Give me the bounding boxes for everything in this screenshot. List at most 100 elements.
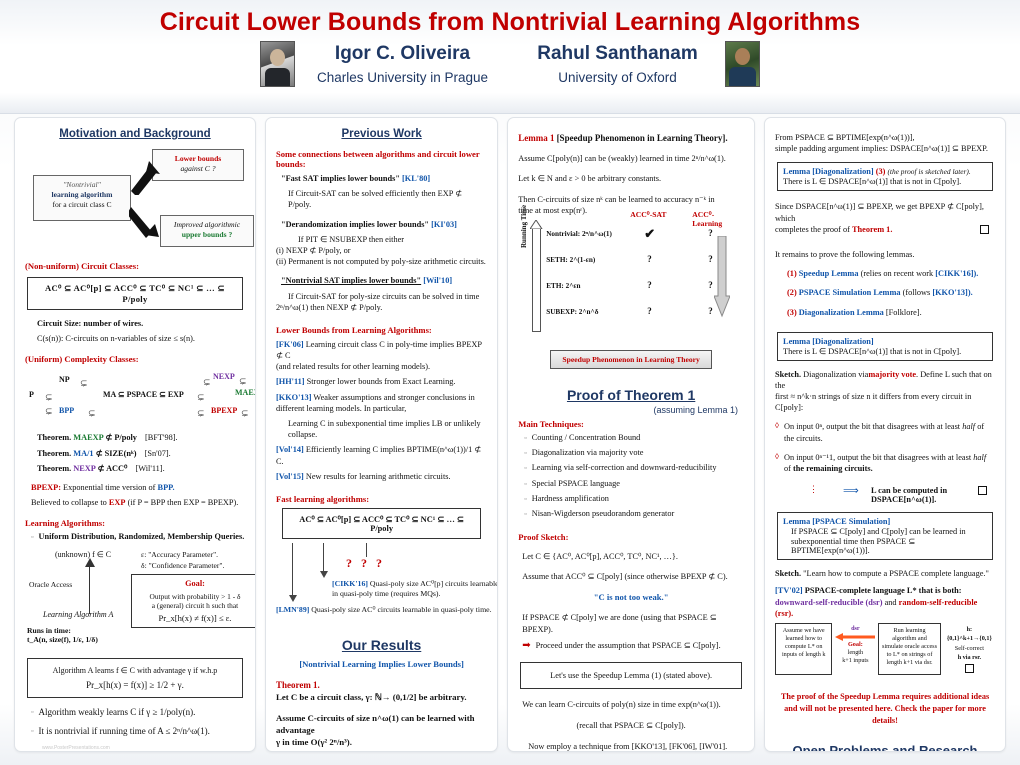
paper-note-line1: The proof of the Speedup Lemma requires … (780, 692, 990, 702)
advantage-box: Algorithm A learns f ∈ C with advantage … (27, 657, 243, 698)
lemma1-title: [Speedup Phenomenon in Learning Theory]. (556, 133, 728, 143)
self-correct-label: Self-correct (954, 644, 984, 652)
chart-cell: ? (647, 305, 652, 316)
author-affiliation: Charles University in Prague (316, 70, 489, 85)
diagram-lb-line2: against C ? (180, 163, 216, 173)
prev-item-title: "Nontrivial SAT implies lower bounds" [W… (281, 275, 487, 286)
technique-text: Hardness amplification (531, 493, 609, 503)
lemma3-line: There is L ∈ DSPACE[n^ω(1)] that is not … (783, 177, 962, 187)
lemma3-label: Lemma [Diagonalization] (783, 167, 874, 177)
question-marks: ? ? ? (345, 555, 385, 570)
class-MAEXP: MAEXP (235, 388, 255, 398)
sketch-line3: If PSPACE ⊄ C[poly] we are done (using t… (522, 613, 717, 634)
lemma-num: (2) (787, 288, 797, 298)
goal-label: Goal: (847, 641, 863, 648)
cikk-cite: [CIKK'16] (331, 578, 368, 588)
prev-item-line: If Circuit-SAT for poly-size circuits ca… (287, 291, 480, 301)
diagonalization-box: Lemma [Diagonalization] There is L ∈ DSP… (777, 331, 994, 361)
sim-box-line2: subexponential time then PSPACE ⊆ BPTIME… (791, 537, 916, 556)
chart-cell: ? (708, 279, 713, 290)
prev-item-line: (i) NEXP ⊄ P/poly, or (275, 245, 351, 255)
column-motivation-background: Motivation and Background "Nontrivial" l… (14, 117, 256, 752)
diagram-ub-line2: upper bounds ? (181, 229, 233, 239)
pointer-line-lmn (291, 542, 294, 597)
square-bullet-icon: ▫ (524, 479, 527, 488)
author-name: Rahul Santhanam (537, 43, 698, 64)
learning-model-diagram: (unknown) f ∈ C Oracle Access Learning A… (25, 548, 255, 644)
lemma1-line3: Then C-circuits of size nᵏ can be learne… (518, 194, 715, 204)
lemma3-number: (3) (875, 167, 886, 177)
pspace-simulation-box: Lemma [PSPACE Simulation] If PSPACE ⊆ C[… (777, 512, 994, 561)
ref-cite: [Vol'14] (275, 445, 304, 455)
prev-item-line: If PIT ∈ NSUBEXP then either (297, 234, 405, 244)
prev-item-name: "Fast SAT implies lower bounds" (280, 174, 400, 183)
complexity-class-map: P ⊊ NP ⊊ ⊊ BPP ⊊ MA ⊆ PSPACE ⊆ EXP ⊊ ⊊ N… (25, 368, 255, 428)
theorem-citation: [Sn'07]. (144, 448, 171, 458)
uniform-heading: (Uniform) Complexity Classes: (25, 354, 139, 365)
theorem-relation: ⊄ (95, 448, 103, 458)
exp-ref: EXP (108, 498, 126, 508)
bullet1-a: On input 0ⁿ, output the bit that disagre… (783, 422, 961, 432)
poster-root: Circuit Lower Bounds from Nontrivial Lea… (0, 0, 1020, 765)
subset-glyph-icon: ⊊ (197, 392, 205, 403)
lemma1-label: Lemma 1 (518, 133, 555, 143)
paper-note-line2: and will not be presented here. Check th… (784, 704, 986, 726)
theorem-relation: ⊄ (97, 463, 105, 473)
poster-watermark: www.PosterPresentations.com (42, 745, 110, 751)
vertical-dots-icon: ⋮ (809, 484, 820, 495)
class-BPP: BPP (59, 406, 75, 416)
square-bullet-icon: ▫ (524, 433, 527, 442)
from-line2: simple padding argument implies: DSPACE[… (775, 144, 988, 154)
reference-item: [KKO'13] Weaker assumptions and stronger… (276, 392, 487, 414)
diagram-source-line3: for a circuit class C (52, 199, 112, 209)
lemma1-heading: Lemma 1 [Speedup Phenomenon in Learning … (518, 132, 744, 144)
column-previous-work: Previous Work Some connections between a… (264, 117, 499, 752)
advantage-formula: Pr_x[h(x) = f(x)] ≥ 1/2 + γ. (86, 679, 184, 690)
technique-text: Diagonalization via majority vote (531, 448, 644, 458)
chart-cell: ? (647, 279, 652, 290)
sim-sketch-label: Sketch. (775, 569, 802, 579)
subset-glyph-icon: ⊊ (203, 377, 211, 388)
left-arrow-icon (835, 633, 876, 641)
delta-definition: δ: "Confidence Parameter". (141, 560, 225, 570)
tv-properties-line: downward-self-reducible (dsr) and random… (775, 597, 995, 619)
prev-item-line: If Circuit-SAT can be solved efficiently… (287, 189, 463, 210)
lemma3-box: Lemma [Diagonalization] (3) (the proof i… (777, 162, 994, 192)
lmn-text: Quasi-poly size AC⁰ circuits learnable i… (311, 604, 492, 614)
chart-row-label: SUBEXP: 2^n^δ (546, 307, 599, 316)
bullet2-d: the remaining circuits. (792, 464, 873, 473)
diag-bullet-2: ◊ On input 0ⁿ⁻¹1, output the bit that di… (775, 452, 995, 474)
lemma-name: Diagonalization Lemma (798, 307, 884, 317)
circuit-size-def: Circuit Size: number of wires. (37, 319, 144, 328)
sketch-line2: Assume that ACC⁰ ⊆ C[poly] (since otherw… (522, 572, 728, 582)
paper-note: The proof of the Speedup Lemma requires … (775, 691, 995, 727)
circuit-class-chain: AC⁰ ⊆ AC⁰[p] ⊆ ACC⁰ ⊆ TC⁰ ⊆ NC¹ ⊆ … ⊆ P/… (27, 277, 243, 310)
goal-box: Goal: Output with probability > 1 - δ a … (131, 573, 255, 628)
since-line1: Since DSPACE[n^ω(1)] ⊆ BPEXP, we get BPE… (775, 202, 984, 223)
flow-box-assume: Assume we have learned how to compute L*… (775, 622, 833, 676)
chart-cell: ✔ (644, 225, 656, 241)
ref-cite: [FK'06] (275, 339, 304, 349)
chart-cell: ? (708, 305, 713, 316)
flow-right-column: h: {0,1}^k+1→{0,1} Self-correct h via rs… (944, 623, 995, 675)
lemma3-header: Lemma [Diagonalization] (3) (the proof i… (783, 167, 987, 176)
theorem-label: Theorem. (37, 463, 72, 473)
lb-learning-heading: Lower Bounds from Learning Algorithms: (275, 324, 432, 335)
speedup-banner: Speedup Phenomenon in Learning Theory (550, 349, 713, 369)
fast-learning-heading: Fast learning algorithms: (275, 493, 370, 504)
chart-row-label: ETH: 2^εn (546, 281, 581, 290)
theorem-class-a: NEXP (73, 463, 96, 473)
reference-item: Learning C in subexponential time implie… (288, 418, 487, 440)
technique-item: ▫ Nisan-Wigderson pseudorandom generator (524, 509, 744, 520)
bullet2-half: half (973, 452, 987, 462)
theorem-row: Theorem. MAEXP ⊄ P/poly [BFT'98]. (37, 432, 245, 443)
diagram-source-line2: learning algorithm (51, 189, 113, 199)
ref-cite: [KKO'13] (275, 392, 312, 402)
goal-formula: Pr_x[h(x) ≠ f(x)] ≤ ε. (158, 612, 232, 623)
section-title-previous-work: Previous Work (341, 128, 422, 140)
poster-header: Circuit Lower Bounds from Nontrivial Lea… (0, 0, 1020, 114)
subset-glyph-icon: ⊊ (45, 392, 53, 403)
hypothesis-type: h: {0,1}^k+1→{0,1} (946, 625, 992, 643)
learning-bullet: ▫ Uniform Distribution, Randomized, Memb… (31, 532, 245, 543)
theorem-class-b: SIZE(nᵏ) (104, 448, 137, 458)
